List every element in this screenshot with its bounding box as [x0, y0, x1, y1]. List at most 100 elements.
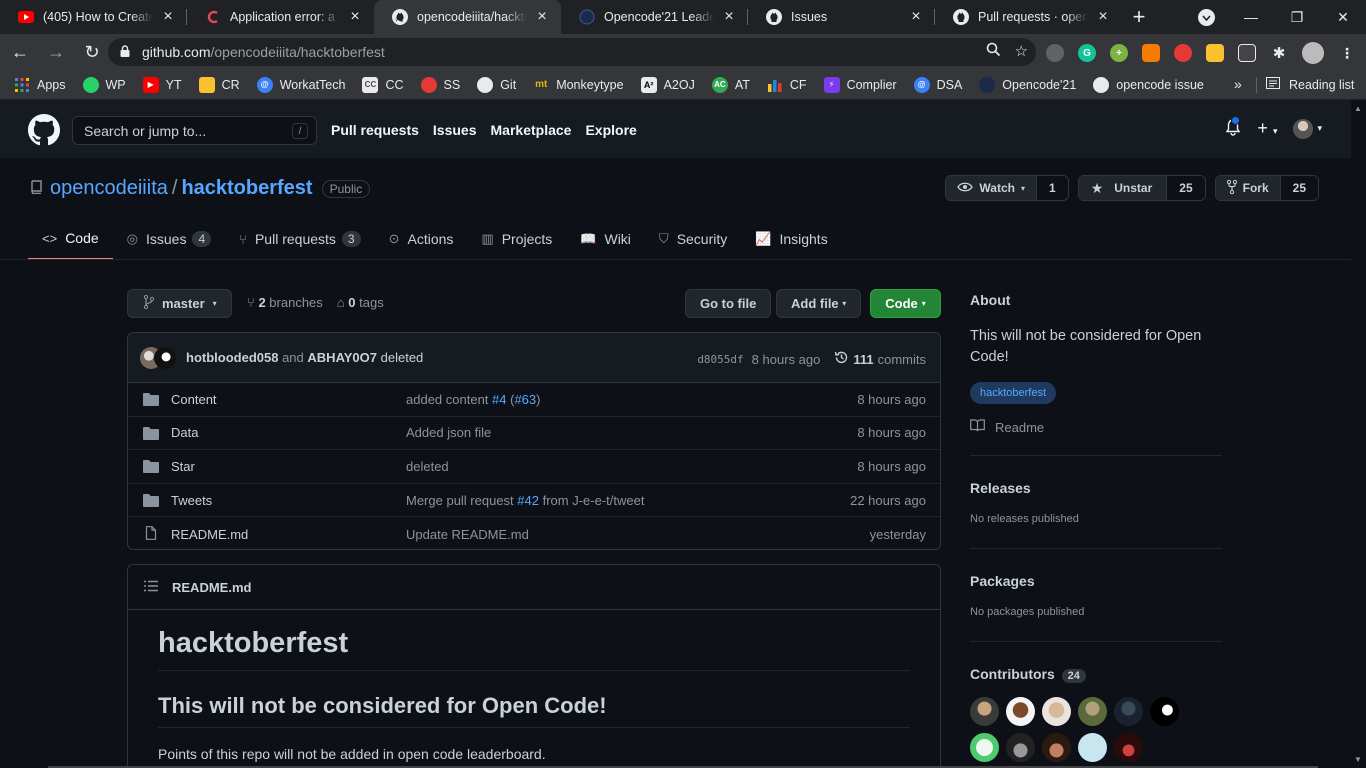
- tab-actions[interactable]: ⊙ Actions: [375, 218, 468, 260]
- close-icon[interactable]: ×: [907, 8, 925, 26]
- avatar[interactable]: [1006, 697, 1035, 726]
- pull-request-link[interactable]: #42: [517, 493, 539, 508]
- reading-list-button[interactable]: Reading list: [1266, 77, 1354, 92]
- branches-link[interactable]: ⑂ 2 branches: [247, 295, 323, 310]
- tab-insights[interactable]: 📈 Insights: [741, 218, 841, 260]
- bookmark-wp[interactable]: WP: [82, 76, 126, 93]
- commits-history-link[interactable]: 111 commits: [834, 350, 926, 368]
- extension-icon[interactable]: [1142, 44, 1160, 62]
- bookmark-dsa[interactable]: @ DSA: [913, 76, 962, 93]
- code-download-button[interactable]: Code ▾: [870, 289, 941, 318]
- avatar[interactable]: [970, 733, 999, 762]
- contributors-title[interactable]: Contributors 24: [970, 666, 1086, 683]
- repo-name-link[interactable]: hacktoberfest: [181, 177, 312, 200]
- commit-author-link[interactable]: ABHAY0O7: [307, 350, 377, 365]
- avatar[interactable]: [1042, 697, 1071, 726]
- commit-sha-link[interactable]: d8055df: [697, 353, 743, 366]
- close-icon[interactable]: ×: [1094, 8, 1112, 26]
- file-name-link[interactable]: Star: [171, 459, 195, 474]
- readme-link[interactable]: Readme: [970, 419, 1222, 435]
- bookmark-cf[interactable]: CF: [767, 77, 807, 93]
- browser-tab-hacktoberfest[interactable]: opencodeiiita/hacktob ×: [374, 0, 561, 34]
- star-count[interactable]: 25: [1167, 176, 1205, 200]
- bookmark-ss[interactable]: SS: [420, 76, 460, 93]
- commit-message[interactable]: Added json file: [406, 425, 491, 440]
- nav-marketplace[interactable]: Marketplace: [491, 122, 572, 138]
- avatar[interactable]: [1006, 733, 1035, 762]
- commit-message[interactable]: deleted: [406, 459, 449, 474]
- zoom-search-icon[interactable]: [986, 42, 1001, 61]
- file-row[interactable]: Tweets Merge pull request #42 from J-e-e…: [128, 484, 940, 518]
- close-icon[interactable]: ×: [159, 8, 177, 26]
- bookmark-git[interactable]: Git: [477, 76, 516, 93]
- add-file-button[interactable]: Add file ▾: [776, 289, 862, 318]
- packages-title[interactable]: Packages: [970, 573, 1035, 589]
- tab-security[interactable]: ⛉ Security: [645, 218, 741, 260]
- avatar[interactable]: [1150, 697, 1179, 726]
- file-name-link[interactable]: Tweets: [171, 493, 212, 508]
- vertical-scrollbar[interactable]: ▲ ▼: [1351, 100, 1366, 768]
- tab-search-button[interactable]: [1198, 9, 1215, 26]
- bookmark-yt[interactable]: ▶ YT: [142, 76, 182, 93]
- browser-tab-pull-requests[interactable]: Pull requests · openco ×: [935, 0, 1122, 34]
- close-icon[interactable]: ×: [720, 8, 738, 26]
- browser-tab-leaderboard[interactable]: Opencode'21 Leaderb ×: [561, 0, 748, 34]
- commit-author-link[interactable]: hotblooded058: [186, 350, 278, 365]
- close-window-icon[interactable]: ✕: [1320, 9, 1366, 26]
- avatar[interactable]: [970, 697, 999, 726]
- go-to-file-button[interactable]: Go to file: [685, 289, 772, 318]
- repo-owner-link[interactable]: opencodeiiita: [50, 177, 168, 200]
- bookmark-a2oj[interactable]: A² A2OJ: [640, 76, 695, 93]
- bookmark-star-icon[interactable]: ☆: [1015, 42, 1028, 61]
- create-new-button[interactable]: + ▾: [1257, 118, 1277, 139]
- avatar[interactable]: [1114, 733, 1143, 762]
- browser-tab-issues[interactable]: Issues ×: [748, 0, 935, 34]
- address-bar[interactable]: github.com/opencodeiiita/hacktoberfest ☆: [108, 38, 1036, 66]
- nav-pull-requests[interactable]: Pull requests: [331, 122, 419, 138]
- watch-button[interactable]: Watch ▾: [946, 176, 1037, 200]
- file-name-link[interactable]: Data: [171, 425, 198, 440]
- nav-explore[interactable]: Explore: [585, 122, 636, 138]
- tab-issues[interactable]: ◎ Issues 4: [113, 218, 226, 260]
- close-icon[interactable]: ×: [533, 8, 551, 26]
- browser-tab-youtube[interactable]: (405) How to Create U ×: [0, 0, 187, 34]
- minimize-icon[interactable]: —: [1228, 9, 1274, 25]
- scroll-up-arrow-icon[interactable]: ▲: [1354, 104, 1362, 113]
- restore-icon[interactable]: ❐: [1274, 9, 1320, 26]
- search-input[interactable]: Search or jump to... /: [72, 116, 317, 145]
- bookmark-at[interactable]: AC AT: [711, 76, 750, 93]
- bookmark-opencode-issue[interactable]: opencode issue: [1093, 76, 1204, 93]
- nav-issues[interactable]: Issues: [433, 122, 477, 138]
- commit-message[interactable]: Update README.md: [406, 527, 529, 542]
- avatar[interactable]: [1078, 697, 1107, 726]
- file-row[interactable]: Content added content #4 (#63) 8 hours a…: [128, 383, 940, 417]
- github-logo-icon[interactable]: [28, 114, 60, 146]
- extension-icon[interactable]: [1206, 44, 1224, 62]
- bookmark-apps[interactable]: Apps: [14, 77, 66, 93]
- plus-extension-icon[interactable]: +: [1110, 44, 1128, 62]
- list-icon[interactable]: [144, 580, 158, 595]
- tags-link[interactable]: ⌂ 0 tags: [337, 295, 384, 310]
- scroll-down-arrow-icon[interactable]: ▼: [1354, 755, 1362, 764]
- bookmark-complier[interactable]: ⚡ Complier: [823, 76, 897, 93]
- forward-button[interactable]: →: [40, 36, 72, 68]
- watch-count[interactable]: 1: [1037, 176, 1068, 200]
- chevron-double-right-icon[interactable]: »: [1234, 76, 1242, 92]
- unstar-button[interactable]: ★ Unstar: [1078, 176, 1168, 200]
- bookmark-monkeytype[interactable]: mt Monkeytype: [533, 77, 624, 93]
- commit-message[interactable]: deleted: [381, 350, 424, 365]
- browser-tab-app-error[interactable]: Application error: a cli ×: [187, 0, 374, 34]
- bookmark-cc[interactable]: CC CC: [362, 76, 404, 93]
- tab-code[interactable]: <> Code: [28, 218, 113, 260]
- avatar[interactable]: [1042, 733, 1071, 762]
- tab-wiki[interactable]: 📖 Wiki: [566, 218, 645, 260]
- bookmark-opencode[interactable]: Opencode'21: [979, 76, 1076, 93]
- file-row[interactable]: Star deleted 8 hours ago: [128, 450, 940, 484]
- close-icon[interactable]: ×: [346, 8, 364, 26]
- issue-link[interactable]: #4: [492, 392, 506, 407]
- file-row[interactable]: Data Added json file 8 hours ago: [128, 417, 940, 451]
- fork-button[interactable]: Fork: [1215, 176, 1281, 200]
- fork-count[interactable]: 25: [1280, 176, 1318, 200]
- profile-avatar[interactable]: [1302, 42, 1324, 64]
- grammarly-icon[interactable]: G: [1078, 44, 1096, 62]
